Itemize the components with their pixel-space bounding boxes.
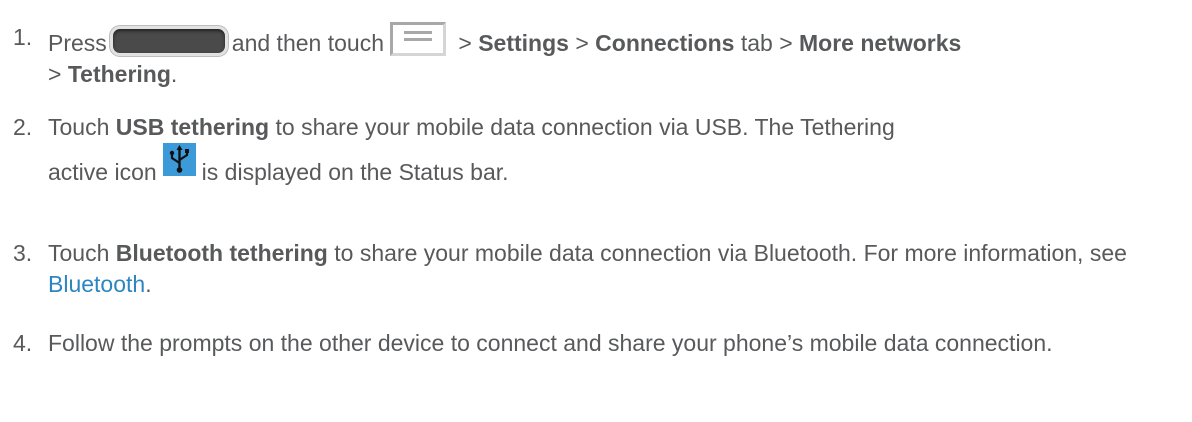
tethering-label: Tethering xyxy=(67,61,171,87)
step-4: 4. Follow the prompts on the other devic… xyxy=(0,328,1180,359)
menu-key-icon xyxy=(389,22,446,56)
connections-label: Connections xyxy=(595,30,735,56)
step-text: Touch USB tethering to share your mobile… xyxy=(48,114,895,185)
usb-tethering-icon xyxy=(162,143,196,176)
step-2: 2. Touch USB tethering to share your mob… xyxy=(0,112,1180,198)
step-number: 4. xyxy=(13,330,33,356)
settings-label: Settings xyxy=(478,30,569,56)
more-networks-label: More networks xyxy=(799,30,962,56)
step-number: 2. xyxy=(13,114,33,140)
step-3: 3. Touch Bluetooth tethering to share yo… xyxy=(0,238,1180,300)
tethering-steps: 1. Press and then touch > Settings > Conn… xyxy=(0,0,1192,422)
step-text: Touch Bluetooth tethering to share your … xyxy=(48,240,1127,297)
home-key-icon xyxy=(109,26,228,56)
step-text: Follow the prompts on the other device t… xyxy=(48,330,1053,356)
step-text: Press and then touch > Settings > Connect… xyxy=(48,22,1180,90)
bluetooth-link[interactable]: Bluetooth xyxy=(48,271,145,297)
step-number: 1. xyxy=(13,24,33,50)
step-number: 3. xyxy=(13,240,33,266)
usb-tethering-label: USB tethering xyxy=(115,114,270,140)
bluetooth-tethering-label: Bluetooth tethering xyxy=(115,240,328,266)
step-1: 1. Press and then touch > Settings > Conn… xyxy=(0,22,1180,90)
